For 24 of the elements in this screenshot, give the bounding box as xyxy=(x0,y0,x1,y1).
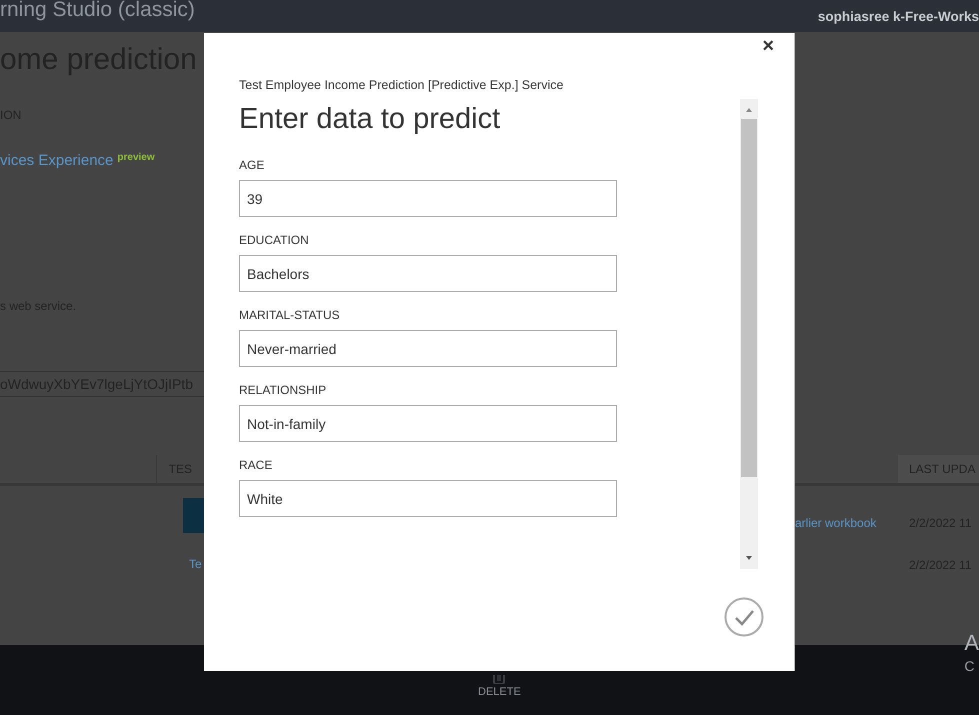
app-title: rning Studio (classic) xyxy=(0,0,195,22)
input-field[interactable]: 39 xyxy=(239,180,617,217)
field-label: RELATIONSHIP xyxy=(239,383,328,397)
dialog-title: Enter data to predict xyxy=(239,103,502,136)
input-field[interactable]: White xyxy=(239,480,617,517)
footer-text: C xyxy=(964,657,976,675)
submit-button[interactable] xyxy=(724,597,764,637)
input-field[interactable]: Never-married xyxy=(239,330,617,367)
field-label: AGE xyxy=(239,158,266,172)
footer-text: A xyxy=(964,631,979,655)
checkmark-icon xyxy=(724,597,764,637)
field-label: EDUCATION xyxy=(239,233,310,247)
preview-tag: preview xyxy=(117,152,155,163)
trash-icon xyxy=(493,675,506,684)
scrollbar[interactable] xyxy=(740,99,758,569)
field-label: RACE xyxy=(239,458,274,472)
service-name: Test Employee Income Prediction [Predictive Exp.] Service xyxy=(239,78,564,92)
field-label: MARITAL-STATUS xyxy=(239,308,341,322)
account-name[interactable]: sophiasree k-Free-Works xyxy=(818,8,979,24)
input-field[interactable]: Not-in-family xyxy=(239,405,617,442)
close-button[interactable]: × xyxy=(760,35,776,58)
delete-button[interactable]: DELETE xyxy=(478,675,521,698)
action-button[interactable] xyxy=(183,498,204,533)
input-field[interactable]: Bachelors xyxy=(239,255,617,292)
